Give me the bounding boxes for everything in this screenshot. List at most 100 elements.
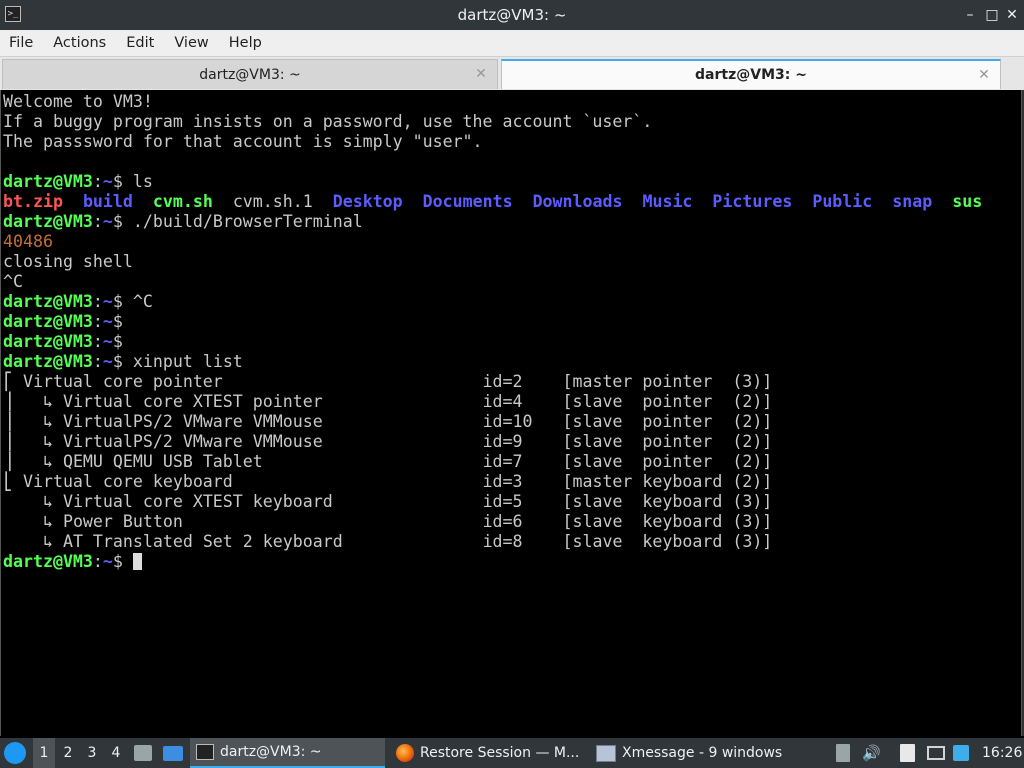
tab-1[interactable]: dartz@VM3: ~ ✕ (2, 59, 498, 89)
minimize-button[interactable]: – (962, 6, 978, 24)
prompt-path: ~ (102, 552, 113, 571)
prompt-user: dartz@VM3 (3, 552, 93, 571)
ctrl-c-output: ^C (3, 272, 23, 291)
prompt-sep: : (92, 552, 103, 571)
maximize-button[interactable]: □ (984, 6, 1000, 24)
menu-help[interactable]: Help (219, 30, 272, 56)
tab-close-icon[interactable]: ✕ (473, 65, 489, 83)
window-title: dartz@VM3: ~ (457, 6, 567, 24)
update-icon (953, 745, 969, 761)
window-titlebar[interactable]: >_ dartz@VM3: ~ – □ ✕ (0, 0, 1024, 30)
prompt-line: dartz@VM3:~$ ^C (3, 292, 1021, 312)
welcome-line: The passsword for that account is simply… (3, 132, 483, 151)
xinput-device-name: VirtualPS/2 VMware VMMouse (62, 412, 323, 431)
xinput-row: ⎥ ↳ VirtualPS/2 VMware VMMouse id=9 [sla… (3, 432, 1021, 452)
start-menu-icon (4, 742, 26, 764)
menu-edit[interactable]: Edit (116, 30, 164, 56)
show-desktop-button[interactable] (134, 738, 152, 768)
menu-file[interactable]: File (0, 30, 43, 56)
xinput-tree: ↳ (3, 512, 63, 531)
prompt-dollar: $ (112, 172, 133, 191)
xinput-device-name: Virtual core XTEST pointer (62, 392, 323, 411)
prompt-sep: : (92, 352, 103, 371)
prompt-path: ~ (102, 212, 113, 231)
network-button[interactable] (927, 738, 945, 768)
xinput-tree: ↳ (3, 492, 63, 511)
tab-close-icon[interactable]: ✕ (976, 66, 992, 84)
clipboard-icon (900, 744, 915, 762)
xinput-device-id: id=5 (482, 492, 523, 511)
closing-output: closing shell (3, 252, 133, 271)
ls-entry: Music (642, 192, 693, 211)
terminal-cursor (132, 553, 142, 570)
xinput-output: ⎡ Virtual core pointer id=2 [master poin… (3, 372, 1021, 552)
xinput-device-id: id=7 (482, 452, 523, 471)
xinput-device-name: Virtual core XTEST keyboard (62, 492, 333, 511)
welcome-line: If a buggy program insists on a password… (3, 112, 653, 131)
workspace-3[interactable]: 3 (81, 738, 103, 768)
menu-actions[interactable]: Actions (43, 30, 116, 56)
command-text: ./build/BrowserTerminal (132, 212, 363, 231)
task-label: Xmessage - 9 windows (622, 745, 783, 761)
ls-entry: sus (952, 192, 983, 211)
menu-view[interactable]: View (164, 30, 218, 56)
prompt-dollar: $ (112, 352, 133, 371)
terminal-output[interactable]: Welcome to VM3! If a buggy program insis… (0, 90, 1022, 736)
prompt-user: dartz@VM3 (3, 172, 93, 191)
xinput-device-role: [slave pointer (2)] (562, 432, 773, 451)
network-icon (927, 746, 945, 760)
ls-entry: Pictures (712, 192, 793, 211)
start-menu-button[interactable] (4, 738, 26, 768)
xinput-tree: ↳ (3, 532, 63, 551)
xinput-device-name: Power Button (62, 512, 183, 531)
xinput-device-id: id=10 (482, 412, 533, 431)
command-text: xinput list (132, 352, 243, 371)
clipboard-button[interactable] (900, 738, 915, 768)
prompt-sep: : (92, 212, 103, 231)
terminal-icon[interactable]: >_ (5, 6, 21, 22)
workspace-4[interactable]: 4 (105, 738, 127, 768)
menu-bar: File Actions Edit View Help (0, 30, 1024, 56)
xinput-device-role: [slave keyboard (3)] (562, 532, 773, 551)
task-firefox[interactable]: Restore Session — M... (392, 738, 587, 768)
task-terminal[interactable]: dartz@VM3: ~ (190, 738, 385, 768)
volume-button[interactable]: 🔊 (862, 738, 881, 768)
xinput-device-id: id=9 (482, 432, 523, 451)
clock[interactable]: 16:26 (982, 738, 1022, 768)
file-manager-button[interactable] (163, 738, 183, 768)
workspace-2[interactable]: 2 (57, 738, 79, 768)
ls-entry: build (82, 192, 133, 211)
xinput-device-role: [slave pointer (2)] (562, 412, 773, 431)
trash-button[interactable] (836, 738, 850, 768)
xinput-device-id: id=6 (482, 512, 523, 531)
desktop-icon (134, 745, 152, 761)
command-text: ls (132, 172, 153, 191)
update-button[interactable] (953, 738, 969, 768)
prompt-user: dartz@VM3 (3, 312, 93, 331)
prompt-path: ~ (102, 292, 113, 311)
xinput-device-role: [slave keyboard (3)] (562, 512, 773, 531)
task-xmessage[interactable]: Xmessage - 9 windows (592, 738, 792, 768)
tab-bar: dartz@VM3: ~ ✕ dartz@VM3: ~ ✕ (0, 56, 1024, 90)
workspace-1[interactable]: 1 (33, 738, 55, 768)
xinput-device-name: AT Translated Set 2 keyboard (62, 532, 343, 551)
prompt-line: dartz@VM3:~$ ls (3, 172, 1021, 192)
close-window-button[interactable]: ✕ (1004, 6, 1020, 24)
tab-2[interactable]: dartz@VM3: ~ ✕ (501, 59, 1001, 89)
xinput-row: ⎥ ↳ Virtual core XTEST pointer id=4 [sla… (3, 392, 1021, 412)
prompt-user: dartz@VM3 (3, 212, 93, 231)
tab-label: dartz@VM3: ~ (695, 67, 807, 83)
xinput-device-role: [slave keyboard (3)] (562, 492, 773, 511)
prompt-sep: : (92, 332, 103, 351)
ls-entry: Desktop (332, 192, 403, 211)
xinput-row: ↳ Virtual core XTEST keyboard id=5 [slav… (3, 492, 1021, 512)
xinput-row: ↳ Power Button id=6 [slave keyboard (3)] (3, 512, 1021, 532)
prompt-path: ~ (102, 312, 113, 331)
xinput-device-name: VirtualPS/2 VMware VMMouse (62, 432, 323, 451)
command-text: ^C (132, 292, 153, 311)
xinput-device-role: [slave pointer (2)] (562, 392, 773, 411)
prompt-sep: : (92, 172, 103, 191)
prompt-path: ~ (102, 332, 113, 351)
prompt-line: dartz@VM3:~$ (3, 332, 1021, 352)
xinput-row: ⎥ ↳ VirtualPS/2 VMware VMMouse id=10 [sl… (3, 412, 1021, 432)
